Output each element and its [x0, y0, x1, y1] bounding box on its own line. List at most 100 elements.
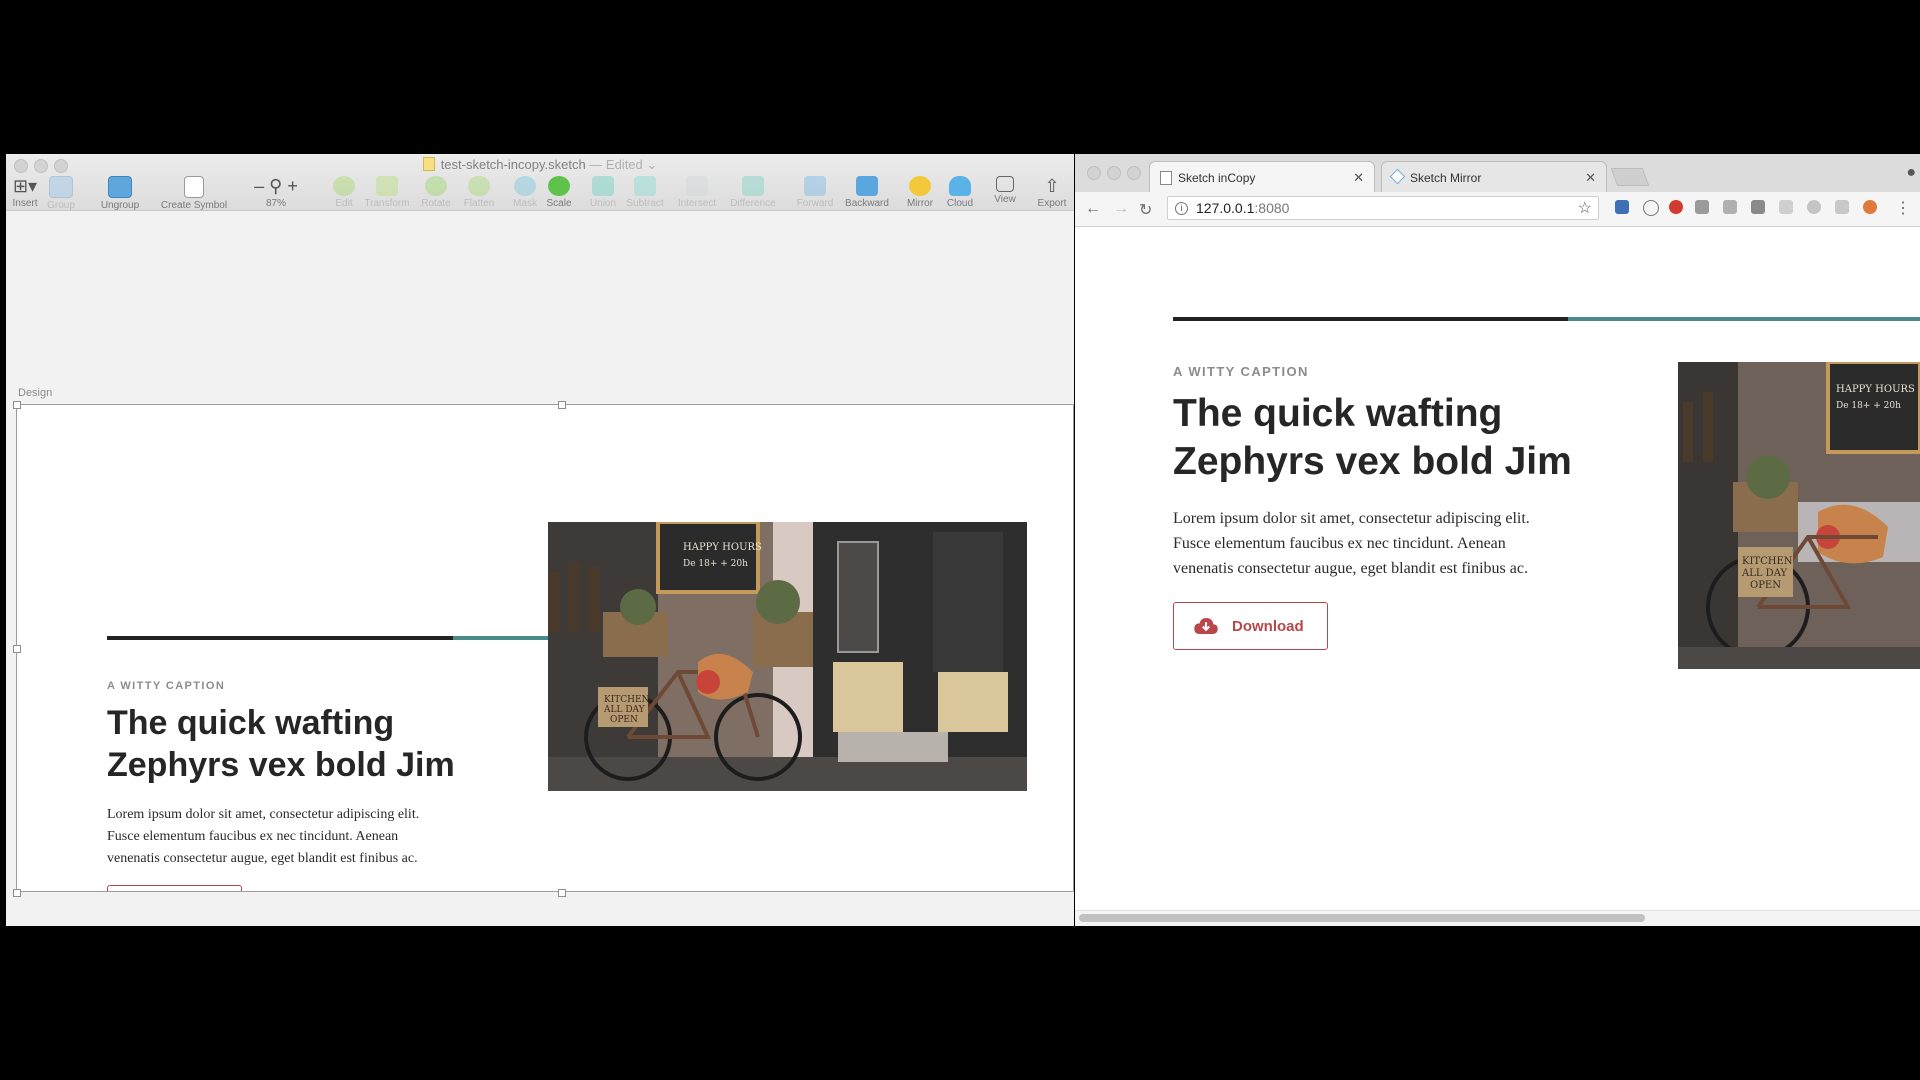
- resize-handle-bottom-left[interactable]: [13, 889, 21, 897]
- body-line-1: Lorem ipsum dolor sit amet, consectetur …: [107, 807, 420, 822]
- forward-icon: [804, 176, 826, 196]
- card-headline: The quick wafting Zephyrs vex bold Jim: [1173, 390, 1572, 486]
- card-body: Lorem ipsum dolor sit amet, consectetur …: [107, 804, 419, 870]
- info-icon[interactable]: i: [1175, 202, 1188, 215]
- profile-icon[interactable]: ●: [1906, 164, 1916, 182]
- intersect-button[interactable]: Intersect: [672, 176, 722, 209]
- difference-icon: [742, 176, 764, 196]
- edit-label: Edit: [335, 198, 353, 209]
- ungroup-button[interactable]: Ungroup: [98, 176, 142, 211]
- url-host: 127.0.0.1: [1196, 200, 1255, 216]
- plus-icon: ⊞▾: [12, 176, 38, 196]
- extension-icon-box[interactable]: [1835, 200, 1849, 214]
- extension-icon-y[interactable]: [1615, 200, 1629, 214]
- document-title: test-sketch-incopy.sketch — Edited ⌄: [6, 157, 1074, 173]
- subtract-button[interactable]: Subtract: [622, 176, 668, 209]
- horizontal-scrollbar[interactable]: [1079, 914, 1645, 922]
- resize-handle-bottom-mid[interactable]: [558, 889, 566, 897]
- extension-icon-opera[interactable]: [1669, 200, 1683, 214]
- create-symbol-button[interactable]: Create Symbol: [156, 176, 232, 211]
- extension-icon-camera[interactable]: [1695, 200, 1709, 214]
- back-arrow-icon[interactable]: ←: [1085, 200, 1101, 218]
- flatten-label: Flatten: [463, 198, 495, 209]
- zoom-level: 87%: [265, 198, 286, 209]
- chevron-down-icon[interactable]: ⌄: [646, 157, 657, 172]
- forward-label: Forward: [796, 198, 834, 209]
- union-label: Union: [589, 198, 617, 209]
- export-button[interactable]: ⇧ Export: [1034, 176, 1070, 209]
- menu-dots-icon[interactable]: ⋮: [1895, 198, 1911, 218]
- browser-zoom-button[interactable]: [1127, 166, 1141, 180]
- export-label: Export: [1037, 198, 1067, 209]
- close-tab-icon[interactable]: ✕: [1585, 170, 1596, 186]
- browser-toolbar: ← → ↻ i 127.0.0.1:8080 ☆ ⋮: [1075, 192, 1920, 227]
- ungroup-label: Ungroup: [100, 200, 140, 211]
- artboard[interactable]: A WITTY CAPTION The quick wafting Zephyr…: [16, 404, 1074, 892]
- bicycle-storefront-image: HAPPY HOURS De 18+ + 20h KITCHEN ALL DAY: [548, 522, 1027, 791]
- extension-icon-info[interactable]: [1643, 200, 1659, 216]
- forward-arrow-icon[interactable]: →: [1113, 200, 1129, 218]
- extension-icon-a[interactable]: [1807, 200, 1821, 214]
- address-bar[interactable]: i 127.0.0.1:8080 ☆: [1167, 196, 1599, 220]
- resize-handle-top-left[interactable]: [13, 401, 21, 409]
- mirror-button[interactable]: Mirror: [902, 176, 938, 209]
- union-button[interactable]: Union: [584, 176, 622, 209]
- download-label: Download: [1232, 617, 1304, 635]
- sketch-file-icon: [422, 157, 435, 171]
- artboard-label[interactable]: Design: [18, 387, 52, 399]
- mirror-icon: [909, 176, 931, 196]
- headline-line-2: Zephyrs vex bold Jim: [107, 746, 455, 784]
- resize-handle-mid-left[interactable]: [13, 645, 21, 653]
- card-caption: A WITTY CAPTION: [1173, 364, 1309, 379]
- download-button[interactable]: Download: [1173, 602, 1328, 650]
- group-button[interactable]: Group: [46, 176, 76, 211]
- intersect-icon: [686, 176, 708, 196]
- zoom-control[interactable]: – ⚲ + 87%: [246, 176, 306, 209]
- bike-sign-line-2: ALL DAY: [1741, 568, 1788, 579]
- scale-button[interactable]: Scale: [542, 176, 576, 209]
- cloud-label: Cloud: [946, 198, 974, 209]
- flatten-button[interactable]: Flatten: [458, 176, 500, 209]
- extension-icon-grid[interactable]: [1779, 200, 1793, 214]
- cloud-icon: [949, 176, 971, 196]
- edit-button[interactable]: Edit: [324, 176, 364, 209]
- browser-window-controls: [1087, 166, 1147, 185]
- forward-button[interactable]: Forward: [792, 176, 838, 209]
- resize-handle-top-mid[interactable]: [558, 401, 566, 409]
- headline-line-1: The quick wafting: [107, 704, 395, 742]
- tab-sketch-mirror[interactable]: Sketch Mirror ✕: [1381, 161, 1607, 192]
- backward-button[interactable]: Backward: [840, 176, 894, 209]
- edited-status[interactable]: — Edited: [589, 157, 646, 172]
- insert-button[interactable]: ⊞▾ Insert: [10, 176, 40, 209]
- transform-button[interactable]: Transform: [360, 176, 414, 209]
- new-tab-button[interactable]: [1610, 168, 1650, 186]
- mask-label: Mask: [513, 198, 537, 209]
- intersect-label: Intersect: [677, 198, 717, 209]
- backward-icon: [856, 176, 878, 196]
- cloud-button[interactable]: Cloud: [942, 176, 978, 209]
- rotate-button[interactable]: Rotate: [416, 176, 456, 209]
- export-icon: ⇧: [1044, 176, 1060, 196]
- view-button[interactable]: View: [988, 176, 1022, 205]
- extension-icon-cookie[interactable]: [1863, 200, 1877, 214]
- reload-icon[interactable]: ↻: [1139, 200, 1152, 220]
- edit-icon: [333, 176, 355, 196]
- browser-close-button[interactable]: [1087, 166, 1101, 180]
- subtract-icon: [634, 176, 656, 196]
- ungroup-icon: [108, 176, 132, 198]
- extension-icon-bird[interactable]: [1723, 200, 1737, 214]
- tab-sketch-incopy[interactable]: Sketch inCopy ✕: [1149, 161, 1375, 192]
- download-button[interactable]: Download: [107, 885, 242, 892]
- close-tab-icon[interactable]: ✕: [1353, 170, 1364, 186]
- browser-minimize-button[interactable]: [1107, 166, 1121, 180]
- mask-button[interactable]: Mask: [508, 176, 542, 209]
- magnifier-icon: – ⚲ +: [254, 176, 298, 196]
- diamond-icon: [1389, 168, 1406, 185]
- extension-icon-briefcase[interactable]: [1751, 200, 1765, 214]
- backward-label: Backward: [845, 198, 889, 209]
- bookmark-star-icon[interactable]: ☆: [1578, 198, 1592, 218]
- transform-icon: [376, 176, 398, 196]
- difference-button[interactable]: Difference: [724, 176, 782, 209]
- browser-window: Sketch inCopy ✕ Sketch Mirror ✕ ● ← → ↻ …: [1075, 154, 1920, 926]
- card-headline: The quick wafting Zephyrs vex bold Jim: [107, 702, 455, 786]
